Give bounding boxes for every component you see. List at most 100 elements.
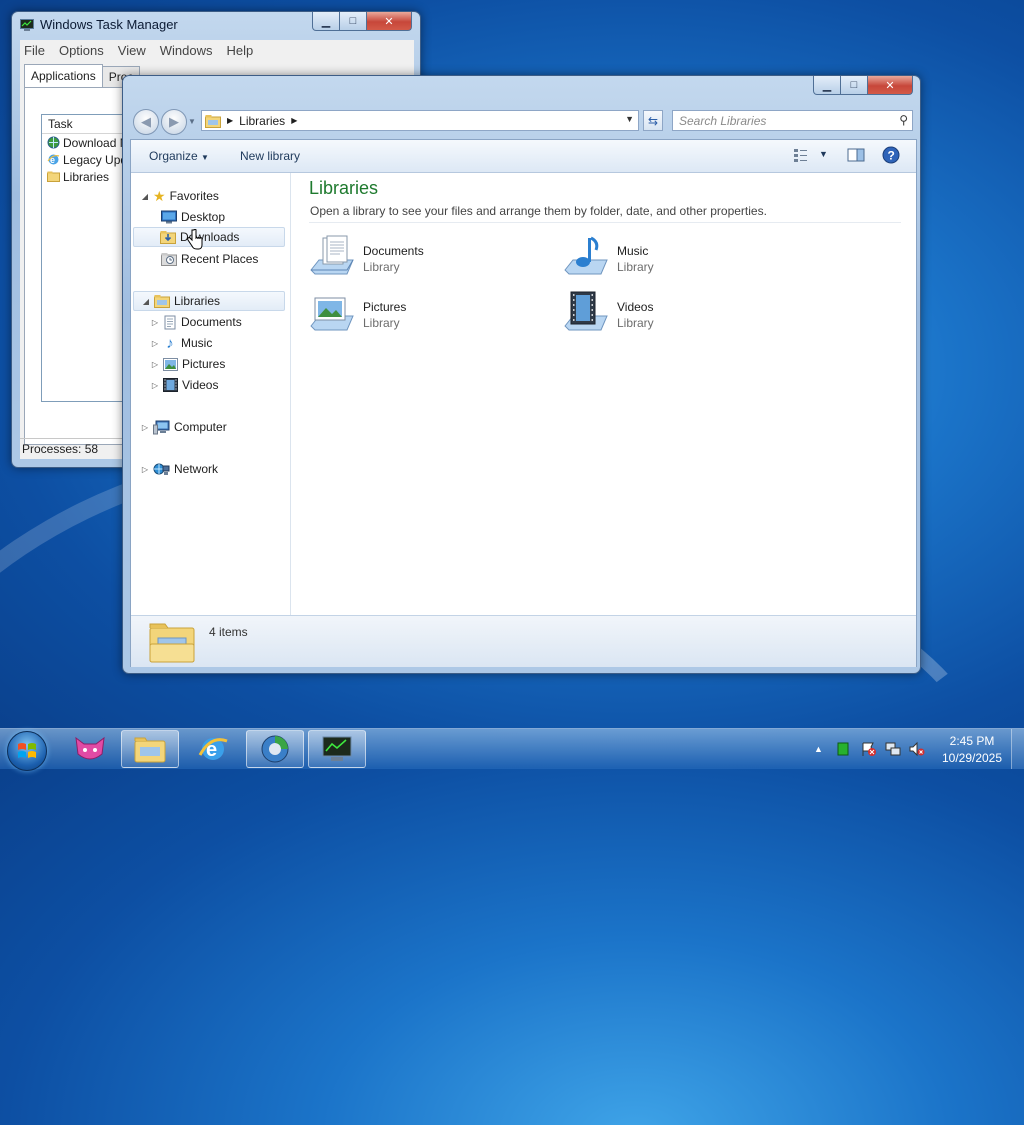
new-library-button[interactable]: New library [240,149,300,163]
task-manager-titlebar[interactable]: Windows Task Manager [20,17,178,32]
nav-network[interactable]: ▷ Network [141,459,218,479]
nav-videos[interactable]: ▷ Videos [151,375,218,395]
tab-applications[interactable]: Applications [24,64,103,87]
view-dropdown-arrow[interactable]: ▼ [819,149,828,159]
nav-favorites-label: Favorites [169,189,219,203]
task-name: Libraries [63,169,110,184]
back-button[interactable]: ◀ [133,109,159,135]
downloads-folder-icon [160,231,176,244]
nav-computer[interactable]: ▷ Computer [141,417,227,437]
nav-music[interactable]: ▷ ♪ Music [151,333,212,353]
refresh-button[interactable]: ⇆ [643,110,663,131]
clock[interactable]: 2:45 PM 10/29/2025 [936,733,1008,767]
taskbar-browser[interactable] [246,730,304,768]
library-item-pictures[interactable]: Pictures Library [309,290,509,340]
nav-libraries[interactable]: ◢ Libraries [133,291,285,311]
expand-arrow-icon[interactable]: ▷ [151,360,159,369]
network-status-icon[interactable] [885,741,901,757]
library-item-documents[interactable]: Documents Library [309,234,509,284]
documents-library-icon [310,235,354,275]
show-desktop-button[interactable] [1011,729,1024,769]
collapse-arrow-icon[interactable]: ◢ [141,192,149,201]
expand-arrow-icon[interactable]: ▷ [151,381,159,390]
breadcrumb-chevron-icon[interactable]: ▶ [227,116,233,125]
organize-button[interactable]: Organize ▼ [149,149,209,163]
recent-pages-dropdown[interactable]: ▼ [188,117,196,126]
minimize-button[interactable]: ▁ [813,76,841,95]
menu-file[interactable]: File [24,43,45,58]
taskbar-task-manager[interactable] [308,730,366,768]
help-icon: ? [882,146,900,164]
view-options-icon [794,149,807,162]
address-bar[interactable]: ▶ Libraries ▶ ▼ [201,110,639,131]
show-hidden-icons-button[interactable]: ▲ [814,744,823,754]
collapse-arrow-icon[interactable]: ◢ [142,297,150,306]
cat-app-icon [75,736,105,760]
volume-muted-icon[interactable] [909,741,925,757]
nav-pictures[interactable]: ▷ Pictures [151,354,225,374]
library-type: Library [363,260,400,274]
nav-downloads[interactable]: Downloads [133,227,285,247]
nav-network-label: Network [174,462,219,476]
system-tray: ▲ [814,729,925,769]
nav-favorites[interactable]: ◢ ★ Favorites [141,186,219,206]
browser-globe-icon [261,735,289,763]
desktop-icon [161,210,177,224]
computer-icon [153,420,170,434]
navigation-pane[interactable]: ◢ ★ Favorites Desktop Downloads Recent P… [131,173,291,615]
content-pane[interactable]: Libraries Open a library to see your fil… [291,173,916,615]
close-button[interactable]: ✕ [868,76,913,95]
taskbar-explorer[interactable] [121,730,179,768]
library-item-videos[interactable]: Videos Library [563,290,763,340]
close-button[interactable]: ✕ [367,12,412,31]
action-center-flag-icon[interactable] [861,741,877,757]
music-library-icon [564,236,608,275]
expand-arrow-icon[interactable]: ▷ [141,423,149,432]
forward-button[interactable]: ▶ [161,109,187,135]
menu-help[interactable]: Help [226,43,253,58]
address-history-dropdown[interactable]: ▼ [625,114,634,124]
nav-music-label: Music [181,336,213,350]
explorer-window[interactable]: ▁ □ ✕ ◀ ▶ ▼ ▶ Libraries ▶ ▼ ⇆ Search Lib… [122,75,921,674]
music-note-icon: ♪ [166,334,174,352]
nav-recent-places[interactable]: Recent Places [161,249,258,269]
task-manager-caption-buttons: ▁ □ ✕ [312,12,412,31]
nav-videos-label: Videos [182,378,219,392]
chevron-down-icon: ▼ [201,153,209,162]
expand-arrow-icon[interactable]: ▷ [151,318,159,327]
network-icon [153,463,170,475]
breadcrumb-chevron-icon[interactable]: ▶ [291,116,297,125]
taskbar-app-cat[interactable] [61,730,119,768]
nav-libraries-label: Libraries [174,294,221,308]
details-pane: 4 items [131,615,916,667]
nav-desktop-label: Desktop [181,210,226,224]
preview-pane-icon [847,148,865,162]
search-icon[interactable]: ⚲ [899,113,908,127]
help-button[interactable]: ? [882,146,900,167]
menu-windows[interactable]: Windows [160,43,213,58]
expand-arrow-icon[interactable]: ▷ [141,465,149,474]
breadcrumb-libraries[interactable]: Libraries [239,114,285,128]
menu-view[interactable]: View [118,43,146,58]
taskbar-internet-explorer[interactable]: e [184,730,242,768]
nav-documents[interactable]: ▷ Documents [151,312,242,332]
search-box[interactable]: Search Libraries ⚲ [672,110,913,131]
command-bar: Organize ▼ New library ▼ ? [131,140,916,173]
maximize-button[interactable]: □ [340,12,367,31]
preview-pane-button[interactable] [847,147,865,166]
expand-arrow-icon[interactable]: ▷ [151,339,159,348]
nav-recent-places-label: Recent Places [181,252,259,266]
library-name: Documents [363,244,424,258]
green-status-icon[interactable] [837,742,849,756]
library-type: Library [363,316,400,330]
library-item-music[interactable]: Music Library [563,234,763,284]
change-view-button[interactable] [793,147,809,166]
nav-desktop[interactable]: Desktop [161,207,225,227]
start-button[interactable] [7,731,47,771]
maximize-button[interactable]: □ [841,76,868,95]
page-title: Libraries [309,178,379,198]
menu-options[interactable]: Options [59,43,104,58]
libraries-folder-icon [47,171,60,182]
videos-icon [163,378,178,392]
minimize-button[interactable]: ▁ [312,12,340,31]
